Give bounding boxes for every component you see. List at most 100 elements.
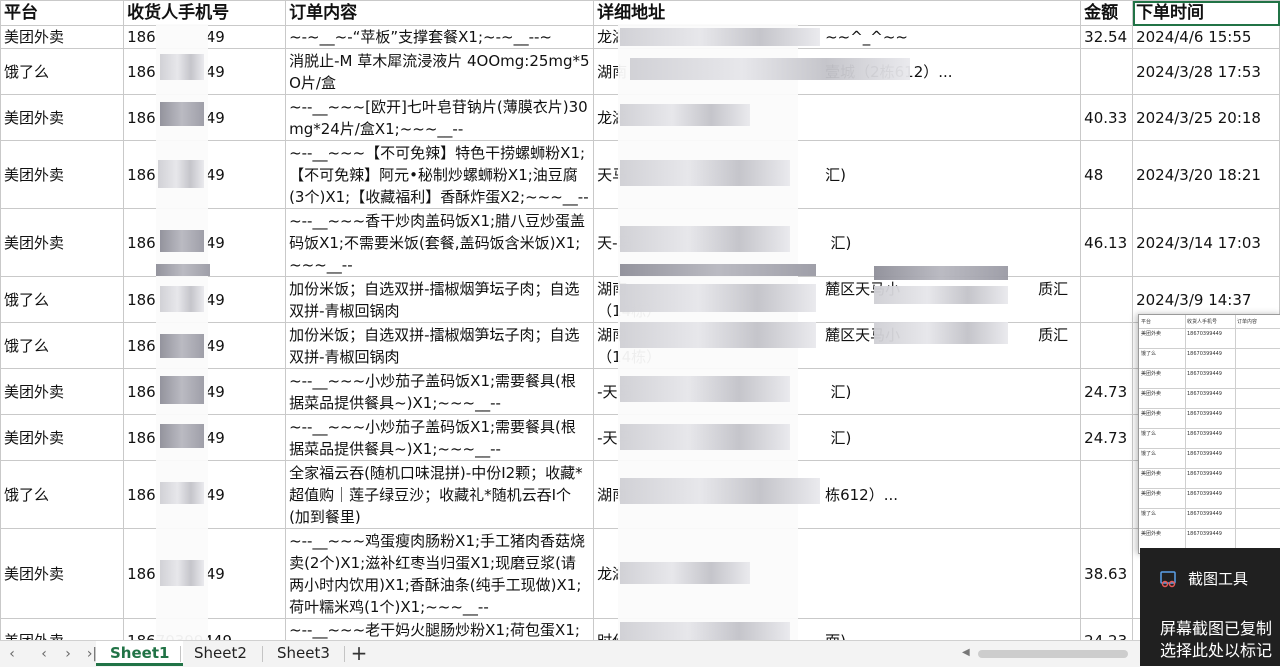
phone-prefix: 186 xyxy=(127,108,156,127)
amount-cell[interactable]: 24.73 xyxy=(1080,414,1134,461)
order-cell[interactable]: ~--__~~~小炒茄子盖码饭X1;需要餐具(根据菜品提供餐具~)X1;~~~_… xyxy=(285,414,595,461)
amount-cell[interactable]: 40.33 xyxy=(1080,94,1134,141)
amount-cell[interactable]: 24.73 xyxy=(1080,368,1134,415)
amount-cell[interactable]: 46.13 xyxy=(1080,208,1134,277)
platform-cell[interactable]: 饿了么 xyxy=(0,48,125,95)
phone-blur xyxy=(160,424,204,448)
thumb-platform: 饿了么 xyxy=(1141,431,1157,437)
thumb-phone: 18670399449 xyxy=(1187,471,1222,477)
prev-sheet-icon[interactable]: ‹ xyxy=(0,641,24,667)
header-phone[interactable]: 收货人手机号 xyxy=(123,0,287,26)
address-suffix: 汇) xyxy=(830,382,852,401)
scroll-left-icon[interactable]: ◀ xyxy=(962,647,970,658)
order-time-cell[interactable]: 2024/3/14 17:03 xyxy=(1132,208,1280,277)
platform-cell[interactable]: 美团外卖 xyxy=(0,528,125,619)
thumb-platform: 美团外卖 xyxy=(1141,471,1162,477)
platform-cell[interactable]: 美团外卖 xyxy=(0,94,125,141)
thumb-header-platform: 平台 xyxy=(1141,319,1152,325)
spreadsheet-area: 平台 收货人手机号 订单内容 详细地址 金额 下单时间 美团外卖 186 49 ~-~… xyxy=(0,0,1280,640)
phone-blur xyxy=(160,102,204,126)
amount-cell[interactable] xyxy=(1080,48,1134,95)
horizontal-scrollbar[interactable]: ◀ xyxy=(960,647,1140,661)
order-cell[interactable]: 全家福云吞(随机口味混拼)-中份I2颗；收藏*超值购｜莲子绿豆沙；收藏礼*随机云… xyxy=(285,460,595,529)
amount-cell[interactable]: 38.63 xyxy=(1080,528,1134,619)
address-suffix: 面) xyxy=(825,632,846,640)
scissors-icon xyxy=(1160,570,1178,588)
thumb-platform: 美团外卖 xyxy=(1141,331,1162,337)
amount-cell[interactable] xyxy=(1080,276,1134,323)
thumb-platform: 饿了么 xyxy=(1141,451,1157,457)
scrollbar-thumb[interactable] xyxy=(978,650,1128,658)
prev-sheet-icon[interactable]: ‹ xyxy=(32,641,56,667)
thumb-phone: 18670399449 xyxy=(1187,491,1222,497)
order-cell[interactable]: 消脱止-M 草木犀流浸液片 4OOmg:25mg*5O片/盒 xyxy=(285,48,595,95)
amount-cell[interactable] xyxy=(1080,322,1134,369)
order-cell[interactable]: 加份米饭；自选双拼-擂椒烟笋坛子肉；自选双拼-青椒回锅肉 xyxy=(285,276,595,323)
thumb-platform: 美团外卖 xyxy=(1141,531,1162,537)
screenshot-thumbnail[interactable]: 平台 收货人手机号 订单内容 美团外卖 18670399449 饿了么 1867039… xyxy=(1138,314,1280,554)
thumb-row-divider xyxy=(1139,488,1280,489)
order-cell[interactable]: ~--__~~~鸡蛋瘦肉肠粉X1;手工猪肉香菇烧卖(2个)X1;滋补红枣当归蛋X… xyxy=(285,528,595,619)
thumb-row-divider xyxy=(1139,368,1280,369)
tab-sheet2[interactable]: Sheet2 xyxy=(180,641,261,666)
add-sheet-button[interactable]: + xyxy=(348,641,370,667)
address-suffix: 栋612）... xyxy=(825,485,899,504)
header-order[interactable]: 订单内容 xyxy=(285,0,595,26)
order-cell[interactable]: ~--__~~~小炒茄子盖码饭X1;需要餐具(根据菜品提供餐具~)X1;~~~_… xyxy=(285,368,595,415)
order-time-cell[interactable]: 2024/3/28 17:53 xyxy=(1132,48,1280,95)
thumb-phone: 18670399449 xyxy=(1187,451,1222,457)
thumb-row-divider xyxy=(1139,468,1280,469)
amount-cell[interactable] xyxy=(1080,460,1134,529)
order-time-cell[interactable]: 2024/4/6 15:55 xyxy=(1132,25,1280,49)
phone-suffix: 49 xyxy=(205,290,225,309)
order-cell[interactable]: 加份米饭；自选双拼-擂椒烟笋坛子肉；自选双拼-青椒回锅肉 xyxy=(285,322,595,369)
order-cell[interactable]: ~-~__~-“苹板”支撑套餐X1;~-~__--~ xyxy=(285,25,595,49)
platform-cell[interactable]: 美团外卖 xyxy=(0,208,125,277)
header-platform[interactable]: 平台 xyxy=(0,0,125,26)
thumb-header-order: 订单内容 xyxy=(1237,319,1258,325)
phone-prefix: 186 xyxy=(127,428,156,447)
platform-cell[interactable]: 饿了么 xyxy=(0,460,125,529)
next-sheet-icon[interactable]: › xyxy=(56,641,80,667)
tab-sheet3[interactable]: Sheet3 xyxy=(263,641,344,666)
amount-cell[interactable]: 32.54 xyxy=(1080,25,1134,49)
header-amount[interactable]: 金额 xyxy=(1080,0,1134,26)
platform-cell[interactable]: 美团外卖 xyxy=(0,25,125,49)
thumb-phone: 18670399449 xyxy=(1187,331,1222,337)
phone-blur xyxy=(160,376,204,404)
amount-cell[interactable]: 24.23 xyxy=(1080,618,1134,640)
address-blur xyxy=(620,424,790,450)
thumb-row-divider xyxy=(1139,508,1280,509)
order-cell[interactable]: ~--__~~~老干妈火腿肠炒粉X1;荷包蛋X1;剁椒 xyxy=(285,618,595,640)
snipping-tool-notification[interactable]: 截图工具 屏幕截图已复制 选择此处以标记 xyxy=(1140,548,1280,666)
thumb-row-divider xyxy=(1139,408,1280,409)
phone-blur xyxy=(158,160,204,188)
tab-sheet1[interactable]: Sheet1 xyxy=(96,641,184,666)
phone-prefix: 186 xyxy=(127,233,156,252)
address-blur xyxy=(630,58,910,80)
address-blur xyxy=(620,264,816,276)
order-cell[interactable]: ~--__~~~香干炒肉盖码饭X1;腊八豆炒蛋盖码饭X1;不需要米饭(套餐,盖码… xyxy=(285,208,595,277)
platform-cell[interactable]: 美团外卖 xyxy=(0,618,125,640)
amount-cell[interactable]: 48 xyxy=(1080,140,1134,209)
order-time-cell[interactable]: 2024/3/20 18:21 xyxy=(1132,140,1280,209)
platform-cell[interactable]: 饿了么 xyxy=(0,276,125,323)
order-cell[interactable]: ~--__~~~【不可免辣】特色干捞螺蛳粉X1;【不可免辣】阿元•秘制炒螺蛳粉X… xyxy=(285,140,595,209)
thumb-row-divider xyxy=(1139,328,1280,329)
thumb-platform: 美团外卖 xyxy=(1141,411,1162,417)
phone-suffix: 49 xyxy=(205,382,225,401)
platform-cell[interactable]: 美团外卖 xyxy=(0,368,125,415)
order-cell[interactable]: ~--__~~~[欧开]七叶皂苷钠片(薄膜衣片)30mg*24片/盒X1;~~~… xyxy=(285,94,595,141)
platform-cell[interactable]: 饿了么 xyxy=(0,322,125,369)
address-blur xyxy=(620,226,790,252)
header-order-time[interactable]: 下单时间 xyxy=(1132,0,1280,26)
notification-message: 屏幕截图已复制 选择此处以标记 xyxy=(1160,618,1272,662)
address-blur xyxy=(874,266,1008,280)
address-blur xyxy=(874,286,1008,304)
phone-prefix: 186 xyxy=(127,485,156,504)
platform-cell[interactable]: 美团外卖 xyxy=(0,140,125,209)
address-blur xyxy=(620,322,816,348)
header-address[interactable]: 详细地址 xyxy=(593,0,1082,26)
order-time-cell[interactable]: 2024/3/25 20:18 xyxy=(1132,94,1280,141)
platform-cell[interactable]: 美团外卖 xyxy=(0,414,125,461)
